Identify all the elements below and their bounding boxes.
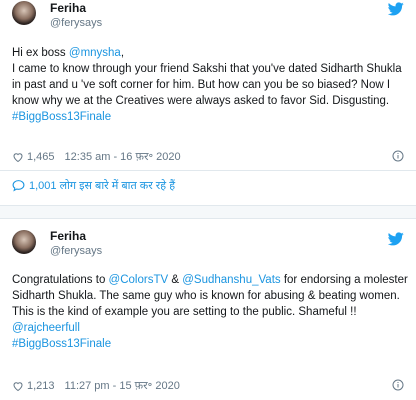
- tweet-feed: Feriha @ferysays Hi ex boss @mnysha, I c…: [0, 0, 416, 400]
- hashtag-link[interactable]: #BiggBoss13Finale: [12, 338, 111, 350]
- heart-icon[interactable]: [12, 151, 24, 163]
- twitter-bird-icon[interactable]: [388, 2, 404, 16]
- info-icon[interactable]: [392, 379, 404, 391]
- info-icon[interactable]: [392, 150, 404, 162]
- author-name[interactable]: Feriha: [50, 1, 86, 15]
- author-name[interactable]: Feriha: [50, 229, 86, 243]
- author-handle[interactable]: @ferysays: [50, 17, 102, 29]
- timestamp[interactable]: 11:27 pm - 15 फ़र॰ 2020: [65, 378, 180, 393]
- tweet-meta: 1,465 12:35 am - 16 फ़र॰ 2020: [12, 149, 181, 164]
- replies-link[interactable]: 1,001 लोग इस बारे में बात कर रहे हैं: [12, 178, 175, 193]
- mention-link[interactable]: @ColorsTV: [109, 274, 169, 286]
- divider: [0, 170, 416, 171]
- timestamp[interactable]: 12:35 am - 16 फ़र॰ 2020: [65, 149, 181, 164]
- mention-link[interactable]: @Sudhanshu_Vats: [182, 274, 280, 286]
- replies-text[interactable]: 1,001 लोग इस बारे में बात कर रहे हैं: [29, 178, 175, 193]
- text-segment: &: [168, 274, 183, 286]
- text-segment: I came to know through your friend Saksh…: [12, 63, 402, 107]
- hashtag-link[interactable]: #BiggBoss13Finale: [12, 111, 111, 123]
- text-segment: Hi ex boss: [12, 47, 69, 59]
- tweet-text: Hi ex boss @mnysha, I came to know throu…: [12, 45, 410, 125]
- author-handle[interactable]: @ferysays: [50, 245, 102, 257]
- text-segment: Congratulations to: [12, 274, 109, 286]
- text-segment: ,: [120, 47, 125, 59]
- tweet-text: Congratulations to @ColorsTV & @Sudhansh…: [12, 272, 410, 352]
- heart-icon[interactable]: [12, 380, 24, 392]
- tweet-2[interactable]: Feriha @ferysays Congratulations to @Col…: [0, 219, 416, 400]
- avatar[interactable]: [12, 230, 36, 254]
- tweet-1[interactable]: Feriha @ferysays Hi ex boss @mnysha, I c…: [0, 0, 416, 178]
- like-count[interactable]: 1,213: [27, 380, 55, 392]
- section-separator: [0, 205, 416, 219]
- avatar[interactable]: [12, 1, 36, 25]
- twitter-bird-icon[interactable]: [388, 232, 404, 246]
- mention-link[interactable]: @rajcheerfull: [12, 322, 80, 334]
- mention-link[interactable]: @mnysha: [69, 47, 121, 59]
- reply-bubble-icon: [12, 180, 25, 192]
- like-count[interactable]: 1,465: [27, 151, 55, 163]
- tweet-meta: 1,213 11:27 pm - 15 फ़र॰ 2020: [12, 378, 180, 393]
